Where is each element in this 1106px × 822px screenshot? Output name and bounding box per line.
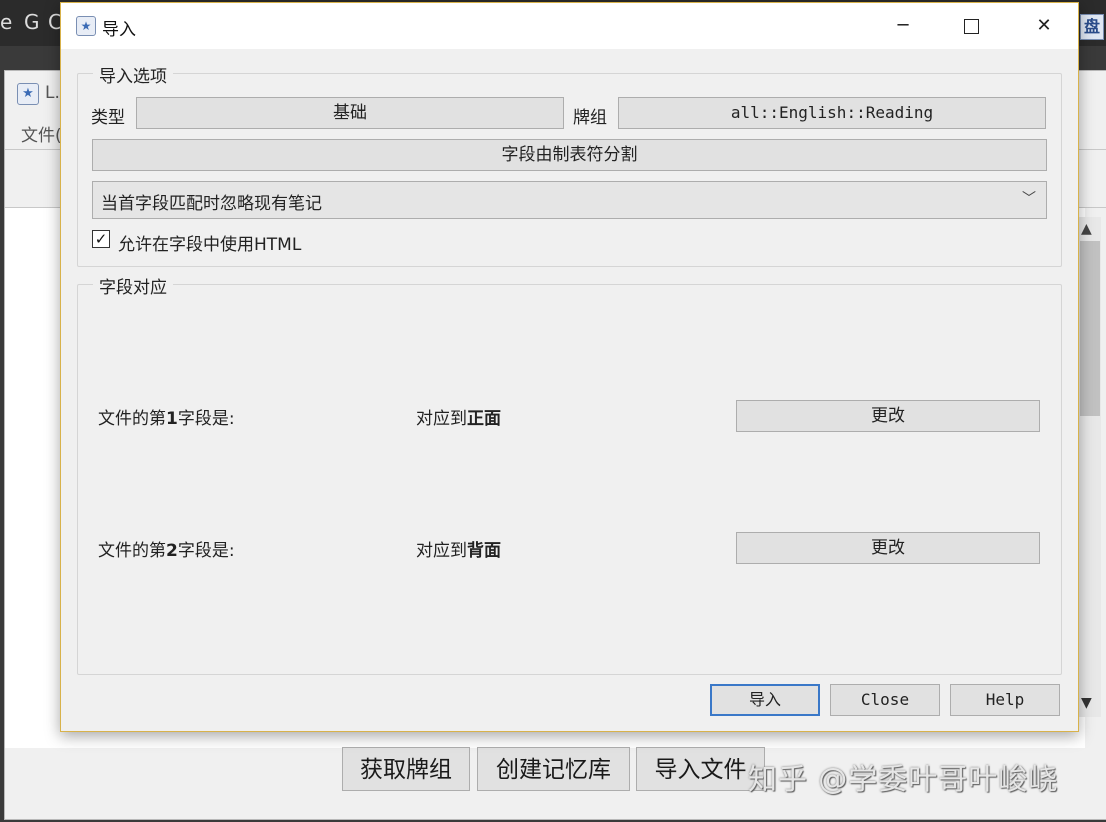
source-suffix: 字段是: [177, 409, 235, 429]
dialog-title: 导入 [102, 20, 136, 40]
source-prefix: 文件的第 [98, 541, 166, 561]
field-mapping-legend: 字段对应 [93, 273, 173, 298]
taskbar-glyph-2: G [24, 10, 40, 34]
close-button[interactable]: Close [830, 684, 940, 716]
duplicate-mode-select[interactable]: 当首字段匹配时忽略现有笔记 ﹀ [92, 181, 1047, 219]
anki-star-icon: ★ [17, 83, 39, 105]
maps-prefix: 对应到 [416, 409, 467, 429]
maps-target: 正面 [467, 409, 501, 429]
create-profile-button[interactable]: 创建记忆库 [477, 747, 630, 791]
minimize-button[interactable]: ─ [869, 3, 937, 49]
menu-file[interactable]: 文件( [21, 121, 62, 146]
help-button[interactable]: Help [950, 684, 1060, 716]
field-mapping-group [77, 284, 1062, 675]
maps-target: 背面 [467, 541, 501, 561]
taskbar-glyph-1: e [0, 10, 13, 34]
scroll-up-arrow-icon[interactable]: ▲ [1081, 221, 1092, 237]
field-2-change-button[interactable]: 更改 [736, 532, 1040, 564]
field-1-source: 文件的第1字段是: [98, 404, 235, 429]
get-decks-button[interactable]: 获取牌组 [342, 747, 470, 791]
maps-prefix: 对应到 [416, 541, 467, 561]
watermark: 知乎 @学委叶哥叶峻峣 [748, 762, 1059, 796]
maximize-icon [963, 18, 979, 34]
close-window-button[interactable]: ✕ [1010, 3, 1078, 49]
duplicate-mode-value: 当首字段匹配时忽略现有笔记 [101, 194, 322, 214]
import-button[interactable]: 导入 [710, 684, 820, 716]
allow-html-label: 允许在字段中使用HTML [118, 235, 302, 255]
import-dialog: ★ 导入 ─ ✕ 导入选项 类型 基础 牌组 all::English::Rea… [60, 2, 1079, 732]
deck-button[interactable]: all::English::Reading [618, 97, 1046, 129]
field-2-source: 文件的第2字段是: [98, 536, 235, 561]
type-label: 类型 [91, 108, 125, 128]
close-icon: ✕ [1036, 15, 1052, 36]
chevron-down-icon: ﹀ [1022, 191, 1036, 207]
scroll-down-arrow-icon[interactable]: ▼ [1081, 695, 1092, 711]
field-1-change-button[interactable]: 更改 [736, 400, 1040, 432]
source-suffix: 字段是: [177, 541, 235, 561]
note-type-button[interactable]: 基础 [136, 97, 564, 129]
import-file-button[interactable]: 导入文件 [636, 747, 765, 791]
import-options-legend: 导入选项 [93, 62, 173, 87]
field-1-target: 对应到正面 [416, 404, 501, 429]
main-window-title: L. [45, 83, 60, 103]
maximize-button[interactable] [937, 3, 1005, 49]
minimize-icon: ─ [897, 15, 909, 36]
anki-star-icon: ★ [76, 16, 96, 36]
field-separator-button[interactable]: 字段由制表符分割 [92, 139, 1047, 171]
field-2-target: 对应到背面 [416, 536, 501, 561]
source-number: 2 [166, 541, 178, 561]
dialog-titlebar[interactable]: ★ 导入 ─ ✕ [61, 3, 1078, 49]
deck-label: 牌组 [573, 108, 607, 128]
scrollbar-thumb[interactable] [1080, 241, 1100, 416]
source-prefix: 文件的第 [98, 409, 166, 429]
allow-html-checkbox[interactable]: ✓ [92, 230, 110, 248]
source-number: 1 [166, 409, 178, 429]
pan-app-icon[interactable]: 盘 [1080, 14, 1104, 40]
